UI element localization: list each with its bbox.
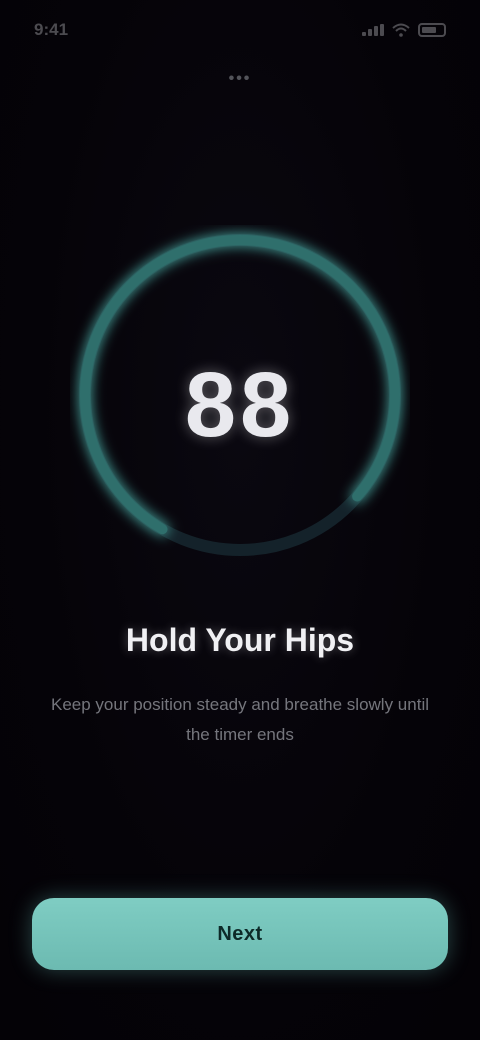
page-indicator: ••• (228, 70, 252, 87)
timer-value: 88 (184, 354, 296, 456)
exercise-title: Hold Your Hips (125, 622, 355, 658)
signal-icon (362, 24, 384, 36)
next-button-label: Next (217, 922, 263, 945)
exercise-description: Keep your position steady and breathe sl… (50, 695, 429, 744)
battery-icon (418, 23, 446, 37)
status-time: 9:41 (34, 20, 69, 39)
timer-ring: 88 (70, 225, 410, 565)
next-button[interactable]: Next (32, 898, 448, 970)
wifi-icon (392, 23, 410, 37)
status-left: 9:41 (34, 20, 68, 40)
status-right (362, 23, 446, 37)
status-bar: 9:41 (0, 0, 480, 60)
